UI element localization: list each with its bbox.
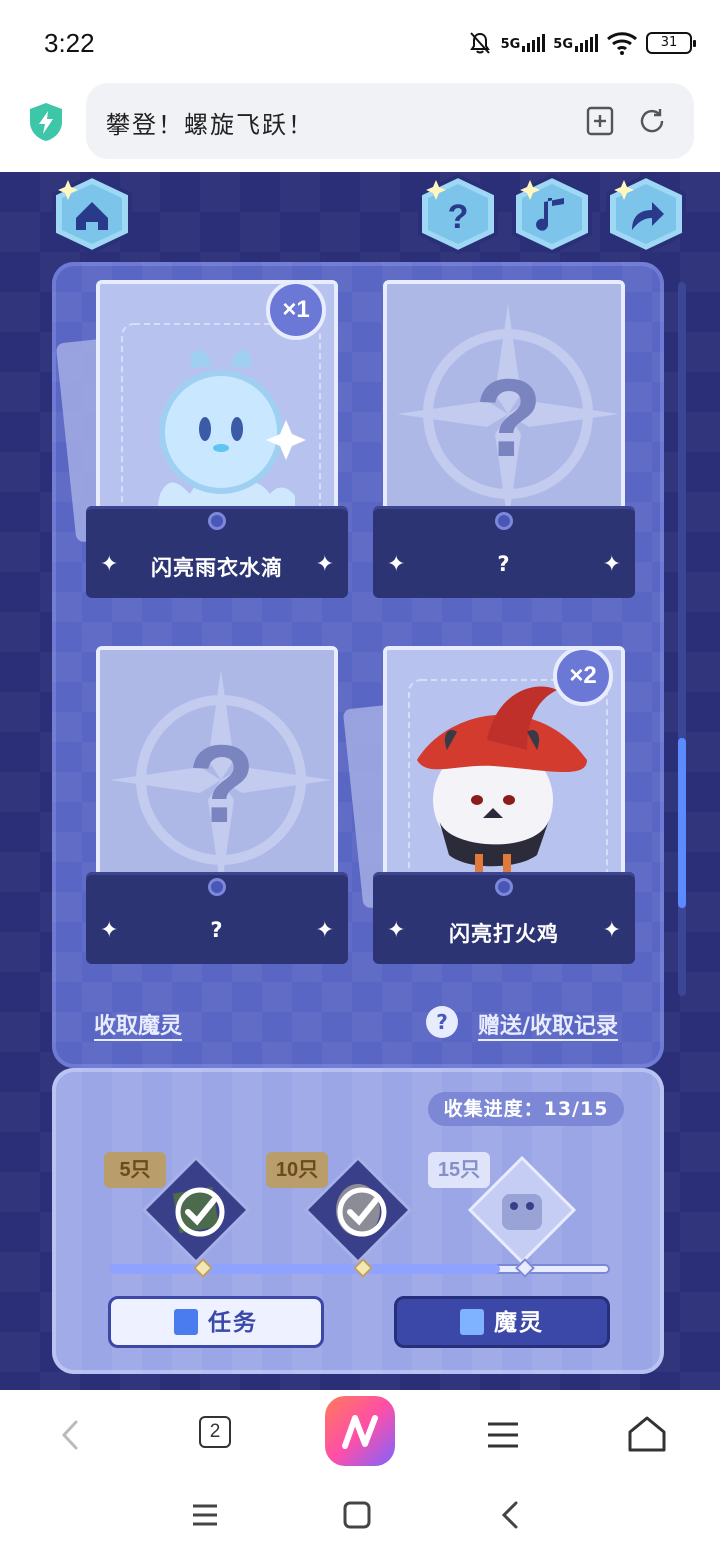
card-name: ?	[497, 552, 511, 576]
add-bookmark-icon[interactable]	[584, 105, 616, 137]
unknown-question-mark: ?	[188, 723, 256, 846]
security-shield-icon[interactable]	[28, 102, 64, 142]
signal-2: 5G	[553, 34, 598, 52]
network-type-2: 5G	[553, 37, 573, 52]
status-icons: 5G 5G 31	[467, 30, 696, 56]
signal-1: 5G	[501, 34, 546, 52]
spirit-card-locked[interactable]: ? ✦ ✦ ?	[86, 646, 348, 968]
signal-bars-icon	[522, 34, 546, 52]
page-title: 攀登！螺旋飞跃！	[106, 111, 314, 139]
milestone-tag: 10只	[266, 1152, 328, 1188]
card-name: ?	[210, 918, 224, 942]
menu-icon[interactable]	[480, 1412, 526, 1458]
scrollbar-thumb[interactable]	[678, 738, 686, 908]
progress-value: 13/15	[543, 1098, 609, 1120]
network-type-1: 5G	[500, 37, 521, 52]
status-time: 3:22	[44, 28, 95, 58]
share-button[interactable]	[604, 174, 688, 254]
help-circle-icon[interactable]: ?	[426, 1006, 458, 1038]
spirit-button-label: 魔灵	[494, 1310, 544, 1336]
progress-fill	[110, 1264, 500, 1274]
gift-record-link[interactable]: 赠送/收取记录	[478, 1008, 618, 1040]
collection-panel: ×1 ✦ ✦ 闪亮雨衣水滴 ? ✦ ✦ ? ? ✦ ✦ ? ×2 ✦ ✦ 闪亮打…	[52, 262, 664, 1068]
progress-label: 收集进度：13/15	[428, 1092, 624, 1126]
card-count-badge: ×1	[266, 280, 326, 340]
spirit-card[interactable]: ×2 ✦ ✦ 闪亮打火鸡	[342, 646, 635, 968]
spirit-card-locked[interactable]: ? ✦ ✦ ?	[373, 280, 635, 602]
collection-progress-panel: 收集进度：13/15 5只 10只 15只 任务 魔灵	[52, 1068, 664, 1374]
card-name: 闪亮雨衣水滴	[151, 556, 283, 580]
card-count-badge: ×2	[553, 646, 613, 706]
music-button[interactable]	[510, 174, 594, 254]
browser-app-logo[interactable]	[325, 1396, 395, 1466]
card-name: 闪亮打火鸡	[449, 922, 559, 946]
wifi-icon	[607, 32, 637, 55]
signal-bars-icon	[575, 34, 598, 52]
home-button[interactable]	[50, 174, 134, 254]
home-square-icon[interactable]	[340, 1498, 374, 1532]
task-button-label: 任务	[208, 1310, 258, 1336]
collect-spirit-link[interactable]: 收取魔灵	[94, 1008, 182, 1040]
bell-muted-icon	[469, 32, 490, 54]
folder-icon	[460, 1309, 484, 1335]
task-button[interactable]: 任务	[108, 1296, 324, 1348]
question-icon: ?	[448, 198, 469, 236]
help-button[interactable]: ?	[416, 174, 500, 254]
back-icon[interactable]	[48, 1412, 94, 1458]
card-image: ?	[96, 646, 338, 891]
spirit-card[interactable]: ×1 ✦ ✦ 闪亮雨衣水滴	[55, 280, 348, 602]
recent-apps-icon[interactable]	[188, 1498, 222, 1532]
status-bar: 3:22 5G 5G 31	[0, 0, 720, 88]
system-navigation-bar	[0, 1480, 720, 1559]
task-document-icon	[174, 1309, 198, 1335]
system-back-icon[interactable]	[494, 1498, 528, 1532]
home-icon[interactable]	[624, 1412, 670, 1458]
spirit-button[interactable]: 魔灵	[394, 1296, 610, 1348]
refresh-icon[interactable]	[636, 105, 668, 137]
card-image: ?	[383, 280, 625, 525]
browser-toolbar: 攀登！螺旋飞跃！	[0, 80, 720, 172]
app-logo-icon	[342, 1415, 378, 1449]
progress-label-text: 收集进度：	[443, 1098, 544, 1120]
milestone-tag: 5只	[104, 1152, 166, 1188]
battery-icon: 31	[646, 32, 696, 54]
unknown-question-mark: ?	[475, 357, 543, 480]
tabs-button[interactable]: 2	[199, 1416, 231, 1448]
milestone-tag: 15只	[428, 1152, 490, 1188]
address-bar[interactable]: 攀登！螺旋飞跃！	[86, 83, 694, 159]
game-canvas: ? ×1 ✦ ✦ 闪亮雨衣水滴 ? ✦ ✦ ? ? ✦ ✦ ? ×2 ✦ ✦ 闪…	[0, 172, 720, 1390]
